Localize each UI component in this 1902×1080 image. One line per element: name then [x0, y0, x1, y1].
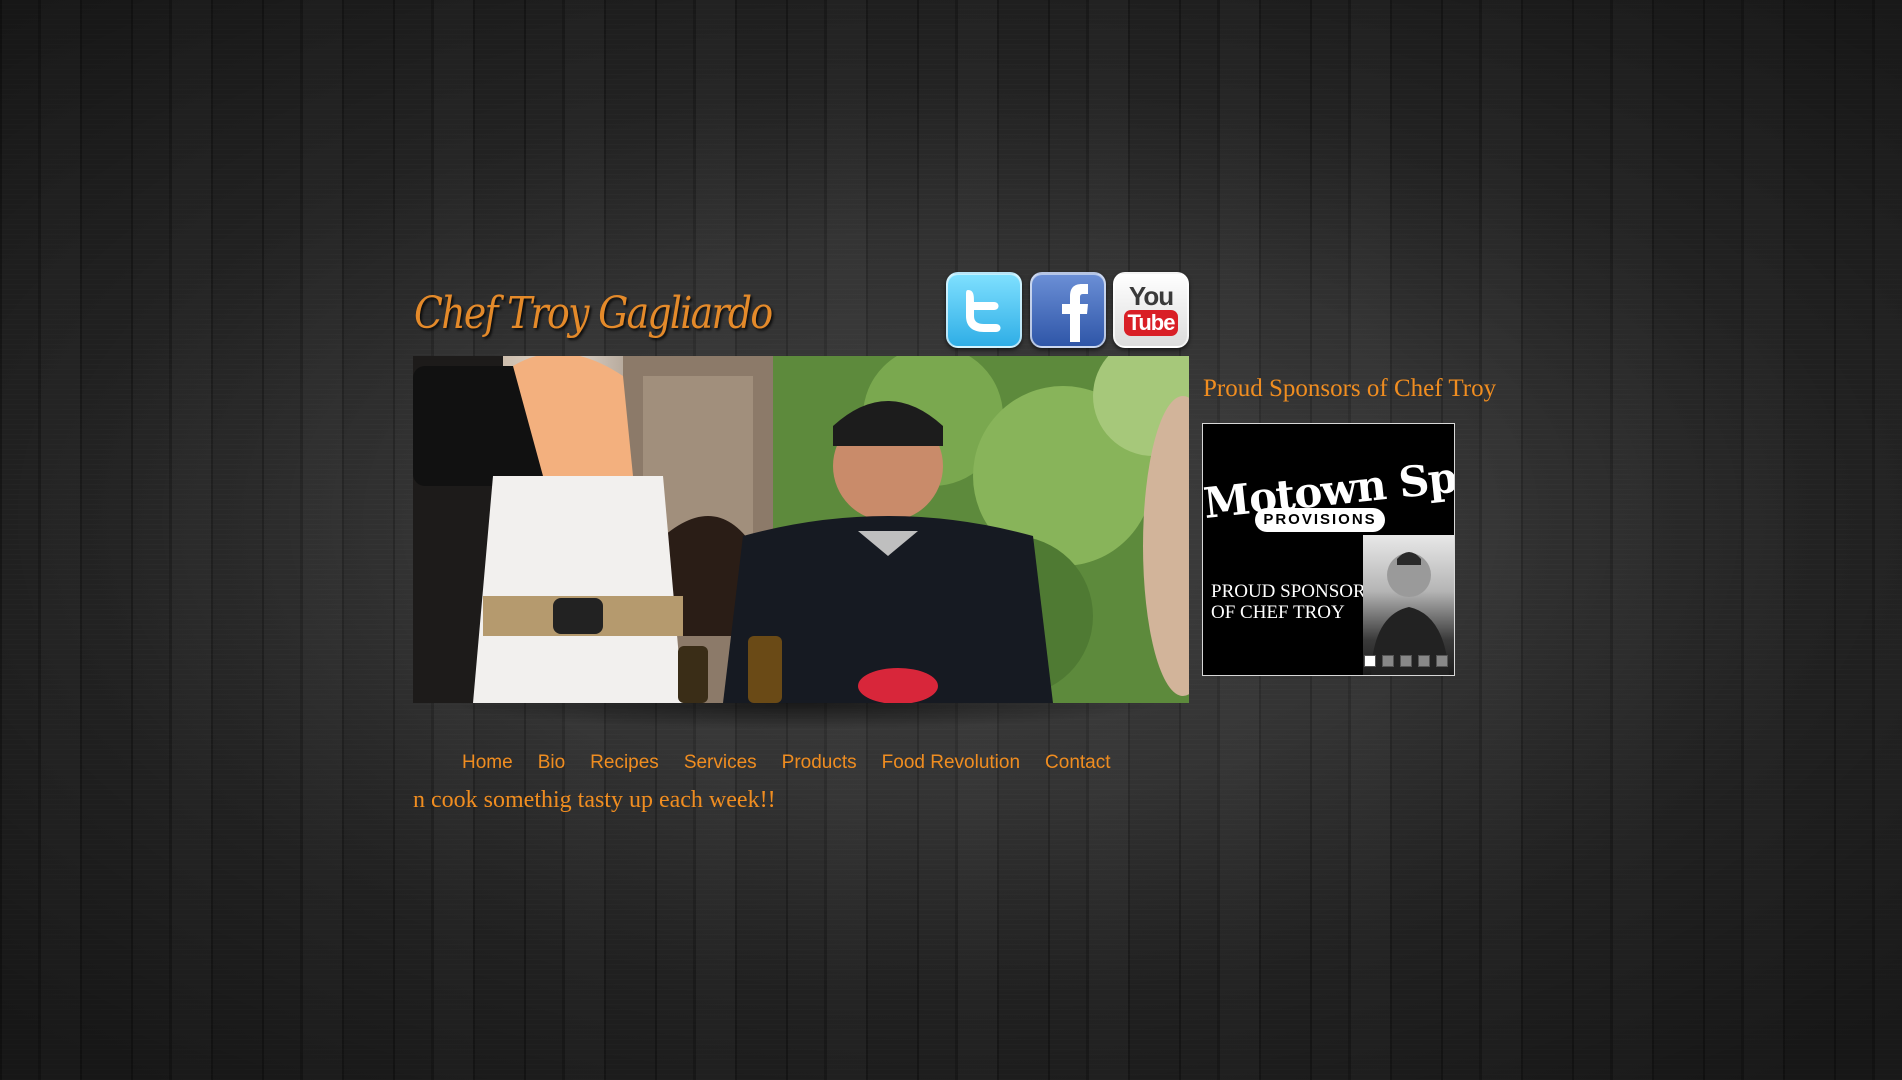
site-logo[interactable]: Chef Troy Gagliardo	[414, 288, 773, 339]
slide-dot-3[interactable]	[1400, 655, 1412, 667]
facebook-link[interactable]	[1030, 272, 1106, 348]
scrolling-marquee: n cook somethig tasty up each week!!	[413, 787, 776, 813]
facebook-icon	[1062, 284, 1088, 342]
youtube-icon-you: You	[1128, 281, 1174, 311]
main-nav: Home Bio Recipes Services Products Food …	[462, 752, 1111, 774]
nav-recipes[interactable]: Recipes	[590, 752, 659, 774]
sponsor-line-1: PROUD SPONSORS	[1211, 581, 1377, 602]
sponsor-line-2: OF CHEF TROY	[1211, 602, 1345, 623]
nav-contact[interactable]: Contact	[1045, 752, 1110, 774]
slide-dot-4[interactable]	[1418, 655, 1430, 667]
hero-photo-illustration	[413, 356, 1189, 703]
nav-bio[interactable]: Bio	[538, 752, 565, 774]
nav-services[interactable]: Services	[684, 752, 757, 774]
twitter-icon	[966, 290, 1001, 332]
nav-home[interactable]: Home	[462, 752, 513, 774]
nav-food-revolution[interactable]: Food Revolution	[882, 752, 1020, 774]
sponsor-brand-sub: PROVISIONS	[1255, 508, 1385, 532]
slide-dot-2[interactable]	[1382, 655, 1394, 667]
hero-shadow	[440, 703, 1160, 729]
nav-products[interactable]: Products	[782, 752, 857, 774]
youtube-link[interactable]: You Tube	[1113, 272, 1189, 348]
sponsors-heading: Proud Sponsors of Chef Troy	[1203, 375, 1497, 402]
slideshow-pager	[1364, 655, 1448, 667]
slide-dot-5[interactable]	[1436, 655, 1448, 667]
hero-image	[413, 356, 1189, 703]
twitter-link[interactable]	[946, 272, 1022, 348]
slide-dot-1[interactable]	[1364, 655, 1376, 667]
sponsor-chef-photo	[1363, 535, 1454, 675]
youtube-icon-tube: Tube	[1123, 310, 1179, 336]
sponsor-slideshow[interactable]: Motown Spice PROVISIONS PROUD SPONSORS O…	[1202, 423, 1455, 676]
